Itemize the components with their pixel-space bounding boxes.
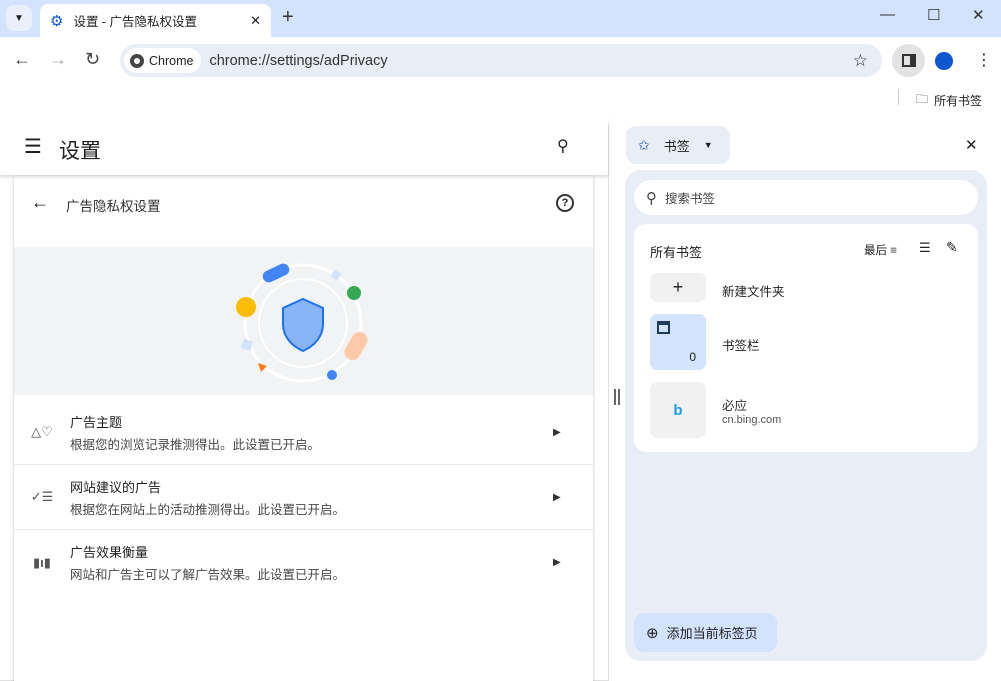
arrow-right-icon: ▶ [553, 491, 561, 503]
bing-bookmark-tile[interactable]: b [650, 382, 706, 438]
arrow-right-icon: ▶ [553, 557, 561, 568]
topics-icon: △♡ [31, 424, 53, 439]
folder-icon: 🗀 [916, 92, 929, 106]
url-text[interactable]: chrome://settings/adPrivacy [209, 53, 387, 69]
new-tab-button[interactable]: + [282, 6, 294, 29]
bookmark-title[interactable]: 必应 [722, 395, 747, 414]
edit-icon[interactable]: ✎ [946, 239, 958, 256]
new-folder-button[interactable]: + [650, 273, 706, 302]
row-desc: 根据您的浏览记录推测得出。此设置已开启。 [70, 437, 321, 452]
tab-settings[interactable]: ⚙ 设置 - 广告隐私权设置 ✕ [40, 4, 271, 37]
hamburger-icon[interactable]: ☰ [24, 134, 42, 159]
side-panel-title: 书签 [663, 138, 690, 154]
subpage-title: 广告隐私权设置 [66, 199, 161, 214]
bookmark-search-input[interactable]: ⚲ 搜索书签 [634, 180, 978, 215]
chrome-icon [130, 53, 144, 68]
sort-label: 最后 [864, 245, 887, 257]
sort-button[interactable]: 最后 ≡ [864, 242, 897, 258]
close-side-panel-icon[interactable]: ✕ [965, 136, 978, 154]
bookmark-star-icon: ✩ [638, 136, 650, 153]
all-bookmarks-label: 所有书签 [934, 94, 983, 108]
side-panel-selector[interactable]: ✩ 书签 ▼ [626, 126, 730, 164]
bookmarks-bar-label[interactable]: 书签栏 [722, 335, 760, 354]
row-title: 广告主题 [70, 414, 123, 430]
back-arrow-icon[interactable]: ← [31, 192, 49, 213]
menu-icon[interactable]: ⋮ [976, 50, 992, 70]
dropdown-icon: ▼ [703, 140, 713, 150]
row-title: 网站建议的广告 [70, 479, 162, 495]
bing-icon: b [673, 401, 683, 419]
address-bar[interactable]: Chrome chrome://settings/adPrivacy ☆ [120, 44, 882, 77]
bookmarks-bar [0, 84, 1001, 112]
profile-avatar[interactable] [935, 52, 953, 70]
bookmarks-list: 所有书签 最后 ≡ ☰ ✎ + 新建文件夹 0 书签栏 b 必应 cn.bing… [634, 224, 978, 452]
chip-label: Chrome [149, 53, 194, 68]
back-button[interactable]: ← [13, 49, 31, 70]
add-current-tab-button[interactable]: ⊕ 添加当前标签页 [634, 613, 777, 652]
bar-chart-icon: ▮ı▮ [33, 554, 51, 570]
row-desc: 网站和广告主可以了解广告效果。此设置已开启。 [70, 568, 346, 582]
folder-window-icon [657, 321, 670, 334]
checklist-icon: ✓☰ [30, 489, 54, 504]
bookmark-url: cn.bing.com [722, 414, 782, 426]
bookmarks-bar-folder[interactable]: 0 [650, 314, 706, 370]
chevron-down-icon: ▼ [14, 12, 24, 24]
shield-illustration [236, 263, 368, 383]
arrow-right-icon: ▶ [553, 426, 561, 438]
list-view-icon[interactable]: ☰ [919, 240, 931, 256]
minimize-button[interactable]: — [880, 6, 895, 23]
add-circle-icon: ⊕ [646, 624, 659, 642]
filter-icon: ≡ [890, 245, 897, 257]
site-info-chip[interactable]: Chrome [124, 48, 202, 73]
side-panel-icon [901, 54, 916, 67]
new-folder-label[interactable]: 新建文件夹 [722, 281, 785, 300]
tab-title: 设置 - 广告隐私权设置 [73, 15, 198, 29]
settings-header: ☰ 设置 ⚲ [0, 118, 608, 175]
all-bookmarks-button[interactable]: 🗀 所有书签 [916, 90, 982, 111]
site-suggested-ads-row[interactable]: ✓☰ 网站建议的广告根据您在网站上的活动推测得出。此设置已开启。 ▶ [14, 465, 593, 530]
row-title: 广告效果衡量 [70, 545, 149, 560]
forward-button[interactable]: → [49, 49, 67, 70]
search-placeholder: 搜索书签 [665, 192, 716, 206]
list-title: 所有书签 [650, 245, 703, 260]
search-icon[interactable]: ⚲ [557, 136, 569, 156]
search-icon: ⚲ [646, 189, 657, 207]
resize-handle[interactable] [614, 389, 620, 405]
reload-button[interactable]: ↻ [85, 49, 100, 70]
close-tab-icon[interactable]: ✕ [250, 13, 261, 29]
star-icon[interactable]: ☆ [853, 51, 868, 71]
close-window-button[interactable]: ✕ [972, 6, 985, 24]
ad-measurement-row[interactable]: ▮ı▮ 广告效果衡量网站和广告主可以了解广告效果。此设置已开启。 ▶ [14, 530, 593, 595]
row-desc: 根据您在网站上的活动推测得出。此设置已开启。 [70, 502, 346, 517]
ad-topics-row[interactable]: △♡ 广告主题根据您的浏览记录推测得出。此设置已开启。 ▶ [14, 400, 593, 465]
page-title: 设置 [59, 140, 101, 163]
divider [898, 89, 899, 105]
tab-search-button[interactable]: ▼ [6, 5, 32, 31]
help-icon[interactable]: ? [556, 194, 574, 212]
add-button-label: 添加当前标签页 [666, 626, 758, 641]
side-panel-button[interactable] [892, 44, 925, 77]
privacy-illustration [14, 247, 593, 395]
maximize-button[interactable]: ☐ [927, 6, 940, 24]
gear-icon: ⚙ [50, 12, 64, 30]
folder-count: 0 [689, 350, 696, 364]
